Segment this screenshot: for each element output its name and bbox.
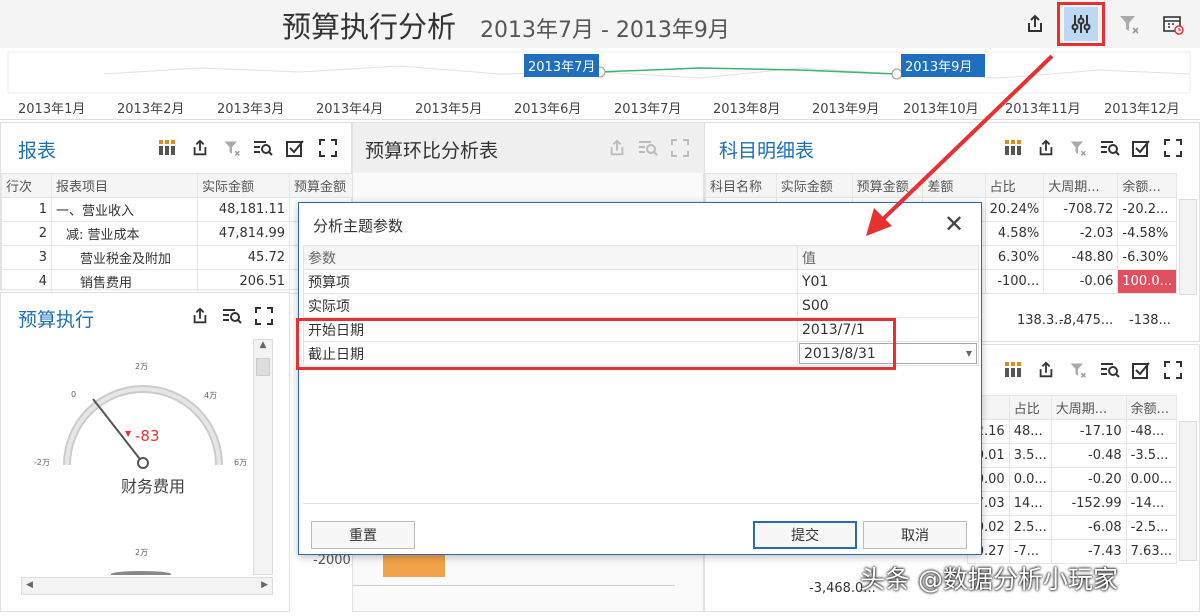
watermark-text: 头条 @数据分析小玩家 <box>860 565 1118 594</box>
annotation-arrow <box>866 54 1054 236</box>
